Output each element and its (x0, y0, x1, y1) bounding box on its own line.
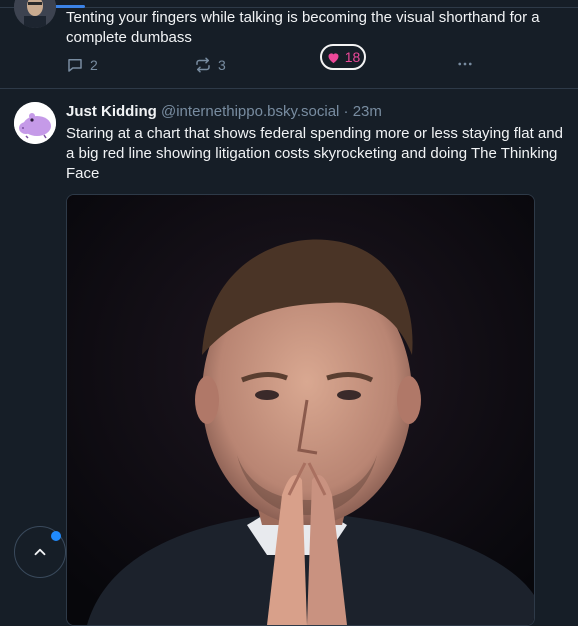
like-count: 18 (344, 49, 361, 65)
repost-button[interactable]: 3 (194, 56, 226, 74)
repost-icon (196, 57, 210, 73)
more-icon (458, 62, 472, 66)
author-name[interactable]: Just Kidding (66, 103, 157, 120)
author-handle[interactable]: @internethippo.bsky.social (161, 103, 339, 120)
avatar[interactable] (14, 0, 56, 28)
reply-count: 2 (90, 57, 98, 73)
feed-post[interactable]: Tenting your fingers while talking is be… (0, 0, 578, 89)
feed-post[interactable]: Just Kidding @internethippo.bsky.social … (0, 89, 578, 626)
meta-separator: · (343, 103, 349, 120)
post-actions: 2 3 18 (66, 44, 476, 80)
reply-button[interactable]: 2 (66, 56, 98, 74)
post-timestamp[interactable]: 23m (353, 103, 382, 120)
post-text: Staring at a chart that shows federal sp… (66, 125, 563, 182)
post-text: Tenting your fingers while talking is be… (66, 9, 540, 46)
post-meta: Just Kidding @internethippo.bsky.social … (66, 102, 382, 122)
hippo-avatar[interactable] (14, 102, 56, 144)
more-options-button[interactable] (456, 55, 474, 73)
heart-icon (328, 52, 339, 63)
reply-icon (68, 59, 82, 72)
new-posts-indicator (51, 531, 61, 541)
chevron-up-icon (34, 548, 46, 556)
post-image[interactable] (66, 194, 535, 626)
like-button[interactable]: 18 (320, 44, 366, 70)
repost-count: 3 (218, 57, 226, 73)
